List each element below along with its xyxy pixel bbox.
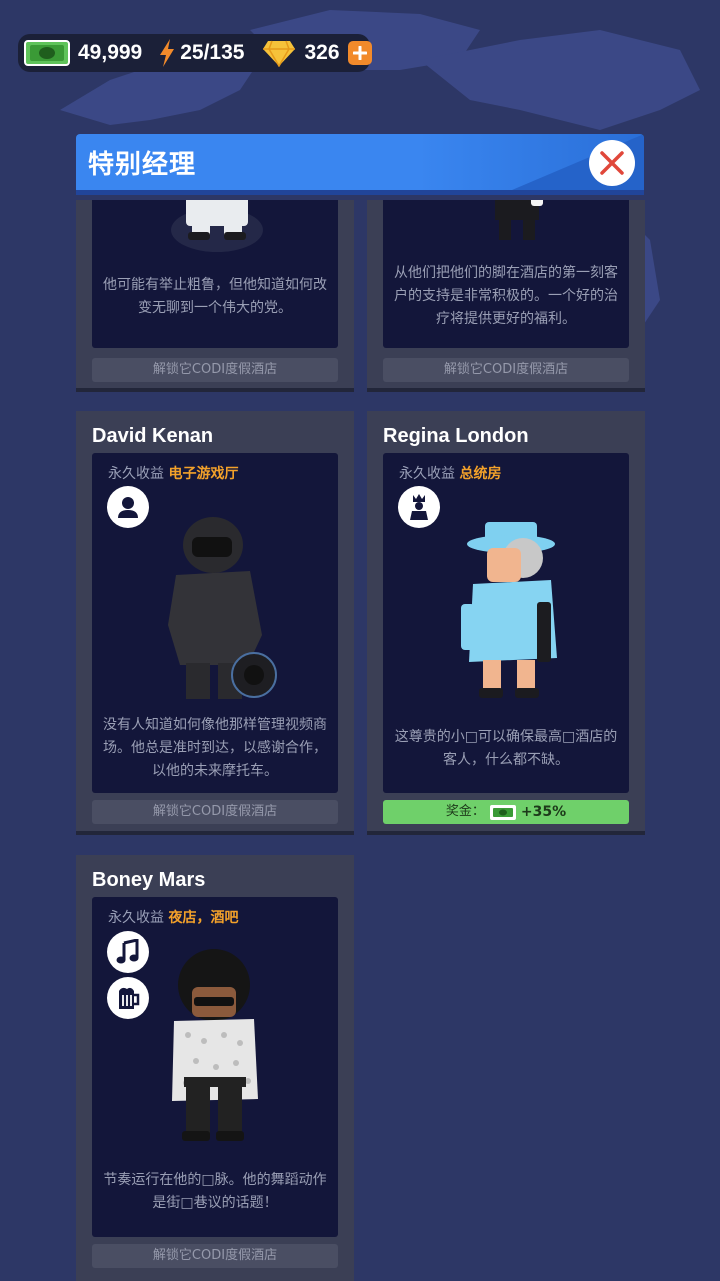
manager-figure bbox=[168, 517, 277, 699]
unlock-label: 解锁它CODI度假酒店 bbox=[92, 358, 338, 382]
card-inner: 永久收益 夜店，酒吧 节奏运行在他的□脉。他的舞蹈动作是街□巷议的话题！ bbox=[92, 897, 338, 1237]
manager-card-regina-london: Regina London 永久收益 总统房 这尊贵的小□可以确保最高□酒店的客… bbox=[367, 411, 645, 831]
business-name: 总统房 bbox=[459, 466, 502, 482]
card-inner: 永久收益 电子游戏厅 没有人知道如何像他那样管理视频商场。他总是准时到达，以感谢… bbox=[92, 453, 338, 793]
unlock-label: 解锁它CODI度假酒店 bbox=[383, 358, 629, 382]
business-name: 夜店，酒吧 bbox=[168, 910, 239, 926]
beer-mug-icon bbox=[107, 977, 149, 1019]
bonus-value: +35% bbox=[520, 804, 567, 820]
business-name: 电子游戏厅 bbox=[168, 466, 239, 482]
manager-name: Boney Mars bbox=[92, 869, 206, 891]
manager-name: Regina London bbox=[383, 425, 529, 447]
manager-figure bbox=[461, 522, 557, 698]
manager-figure bbox=[172, 949, 258, 1141]
king-icon bbox=[398, 486, 440, 528]
title-banner: 特别经理 bbox=[76, 134, 644, 190]
page-title: 特别经理 bbox=[88, 150, 197, 180]
energy-counter: 25/135 bbox=[142, 34, 244, 72]
bonus-label: 奖金： bbox=[445, 804, 485, 819]
diamond-icon bbox=[263, 40, 296, 67]
manager-list[interactable]: 他可能有举止粗鲁，但他知道如何改变无聊到一个伟大的党。 解锁它CODI度假酒店 … bbox=[0, 200, 720, 1281]
income-label: 永久收益 bbox=[399, 466, 455, 482]
cash-icon bbox=[489, 804, 516, 820]
cash-counter: 49,999 bbox=[24, 34, 142, 72]
plus-icon bbox=[352, 46, 367, 60]
music-note-icon bbox=[107, 931, 149, 973]
unlock-label: 解锁它CODI度假酒店 bbox=[92, 800, 338, 824]
income-label: 永久收益 bbox=[108, 466, 164, 482]
income-line: 永久收益 夜店，酒吧 bbox=[108, 907, 238, 927]
lightning-bolt-icon bbox=[160, 39, 175, 67]
manager-card-david-kenan: David Kenan 永久收益 电子游戏厅 没有人知道如何像他那样管理视频商场… bbox=[76, 411, 354, 831]
cash-icon bbox=[24, 40, 70, 66]
manager-card: 从他们把他们的脚在酒店的第一刻客户的支持是非常积极的。一个好的治疗将提供更好的福… bbox=[367, 200, 645, 388]
manager-description: 节奏运行在他的□脉。他的舞蹈动作是街□巷议的话题！ bbox=[103, 1172, 327, 1211]
income-line: 永久收益 总统房 bbox=[399, 463, 501, 483]
close-button[interactable] bbox=[589, 140, 635, 186]
manager-description: 他可能有举止粗鲁，但他知道如何改变无聊到一个伟大的党。 bbox=[103, 277, 327, 316]
add-gems-button[interactable] bbox=[347, 41, 372, 65]
manager-figure bbox=[495, 200, 543, 240]
income-label: 永久收益 bbox=[108, 910, 164, 926]
manager-description: 从他们把他们的脚在酒店的第一刻客户的支持是非常积极的。一个好的治疗将提供更好的福… bbox=[394, 265, 618, 327]
manager-description: 这尊贵的小□可以确保最高□酒店的客人，什么都不缺。 bbox=[394, 729, 618, 768]
energy-value: 25/135 bbox=[180, 41, 245, 64]
cash-value: 49,999 bbox=[78, 41, 143, 64]
unlock-label: 解锁它CODI度假酒店 bbox=[92, 1244, 338, 1268]
card-inner: 他可能有举止粗鲁，但他知道如何改变无聊到一个伟大的党。 bbox=[92, 200, 338, 348]
manager-figure bbox=[171, 200, 263, 252]
resource-bar: 49,999 25/135 326 bbox=[18, 34, 372, 72]
manager-name: David Kenan bbox=[92, 425, 214, 447]
manager-card: 他可能有举止粗鲁，但他知道如何改变无聊到一个伟大的党。 解锁它CODI度假酒店 bbox=[76, 200, 354, 388]
gem-counter: 326 bbox=[244, 34, 372, 72]
card-inner: 永久收益 总统房 这尊贵的小□可以确保最高□酒店的客人，什么都不缺。 bbox=[383, 453, 629, 793]
card-inner: 从他们把他们的脚在酒店的第一刻客户的支持是非常积极的。一个好的治疗将提供更好的福… bbox=[383, 200, 629, 348]
bonus-bar: 奖金： +35% bbox=[383, 800, 629, 824]
manager-card-boney-mars: Boney Mars 永久收益 夜店，酒吧 节奏运行在他的□脉。他的舞蹈动作是街… bbox=[76, 855, 354, 1281]
person-icon bbox=[107, 486, 149, 528]
manager-description: 没有人知道如何像他那样管理视频商场。他总是准时到达，以感谢合作，以他的未来摩托车… bbox=[103, 717, 327, 779]
gem-value: 326 bbox=[304, 41, 340, 64]
income-line: 永久收益 电子游戏厅 bbox=[108, 463, 238, 483]
close-icon bbox=[600, 151, 624, 175]
